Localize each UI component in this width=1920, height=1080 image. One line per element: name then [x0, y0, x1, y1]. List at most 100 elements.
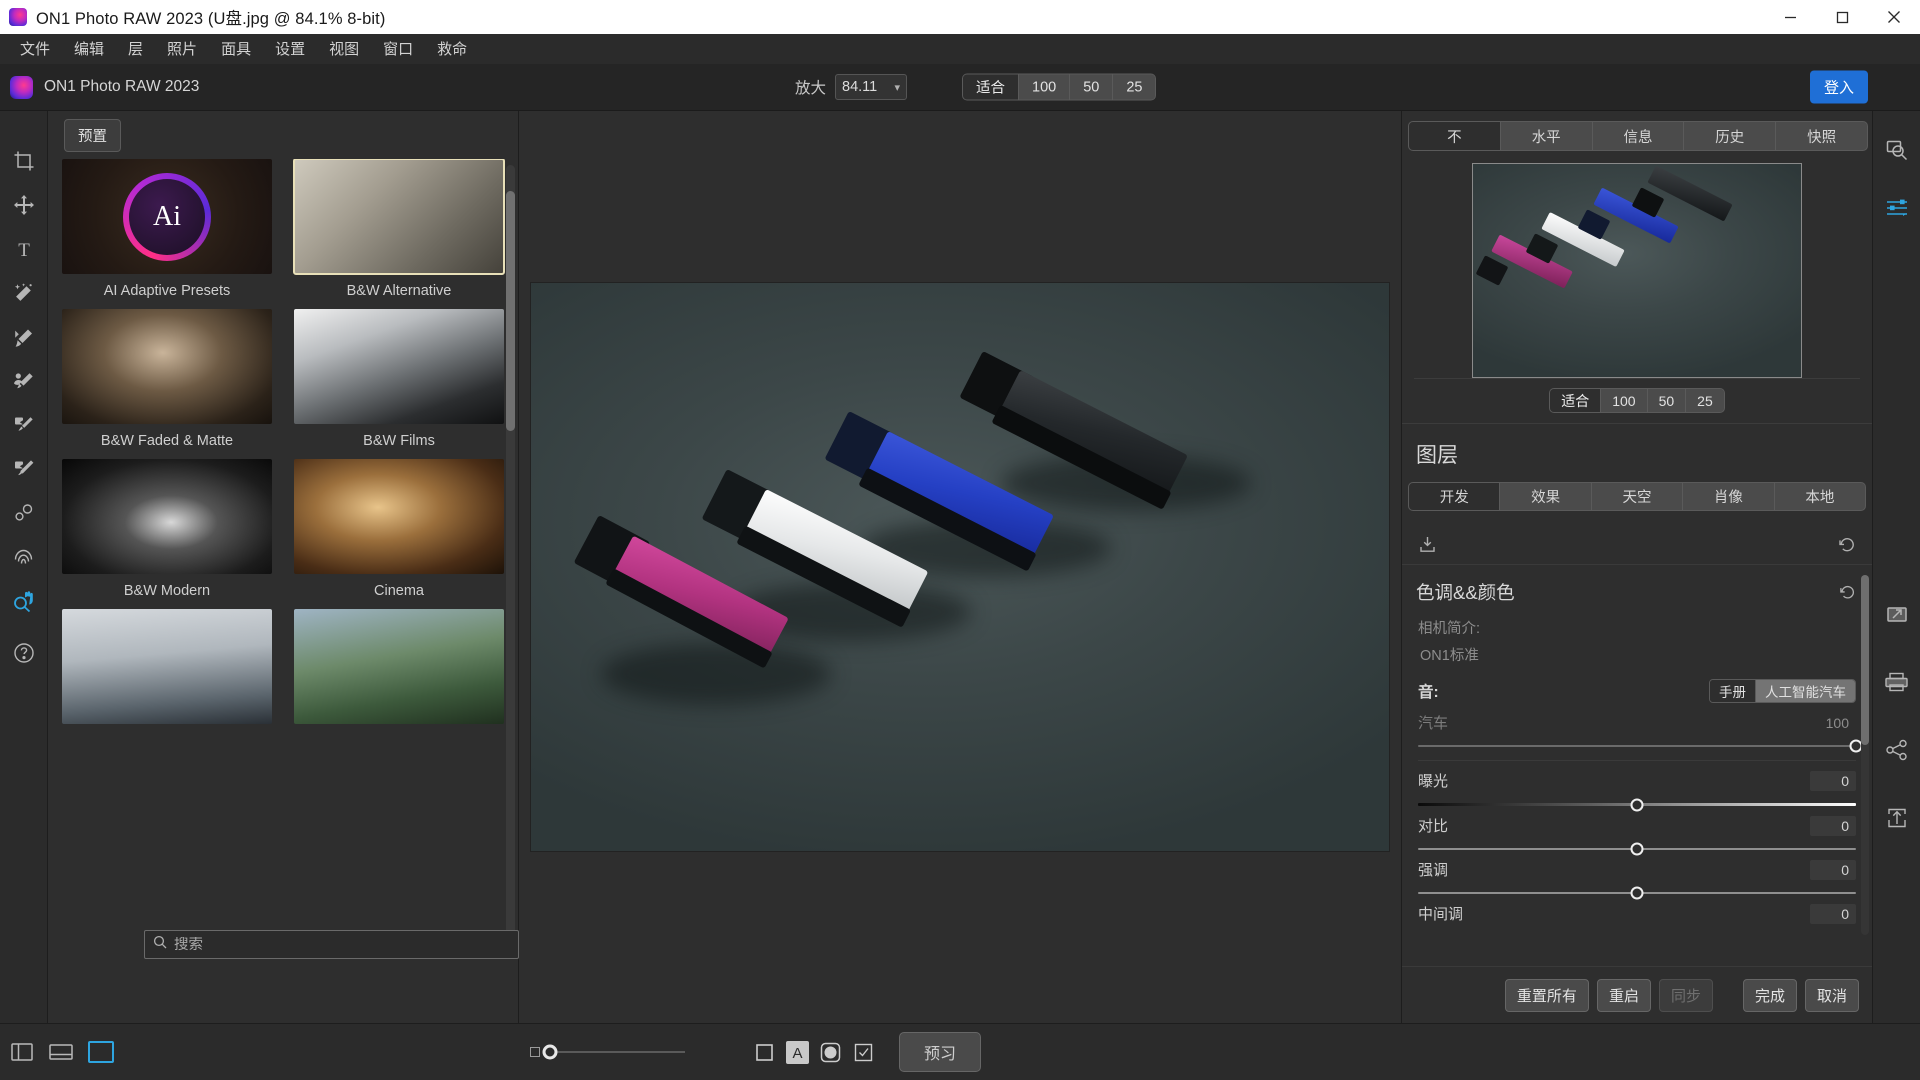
tone-mode-manual[interactable]: 手册	[1710, 680, 1756, 702]
fit-option-25[interactable]: 25	[1113, 74, 1156, 100]
presets-scrollbar[interactable]	[506, 165, 515, 945]
presets-list[interactable]: Ai AI Adaptive Presets B&W Alternative B…	[48, 159, 518, 929]
menu-file[interactable]: 文件	[8, 39, 62, 60]
zoom-hand-tool-icon[interactable]	[4, 579, 44, 623]
search-input[interactable]	[174, 936, 510, 953]
preset-thumbnail[interactable]	[294, 309, 504, 424]
preset-item[interactable]: B&W Faded & Matte	[62, 309, 272, 459]
preset-item[interactable]: B&W Modern	[62, 459, 272, 609]
tab-snapshot[interactable]: 快照	[1776, 121, 1868, 151]
done-button[interactable]: 完成	[1742, 978, 1797, 1012]
filmstrip-view-icon[interactable]	[48, 1041, 74, 1063]
preset-thumbnail[interactable]	[294, 459, 504, 574]
presets-tab[interactable]: 预置	[64, 118, 121, 152]
help-tool-icon[interactable]	[4, 631, 44, 675]
crop-tool-icon[interactable]	[4, 139, 44, 183]
menu-window[interactable]: 窗口	[371, 39, 425, 60]
close-button[interactable]	[1868, 0, 1920, 34]
retouch-brush-tool-icon[interactable]	[4, 315, 44, 359]
slider-knob[interactable]	[1630, 842, 1644, 856]
adjustment-sliders-icon[interactable]	[1877, 185, 1917, 231]
slider-track[interactable]	[1418, 886, 1856, 900]
nav-fit-option-100[interactable]: 100	[1601, 389, 1648, 412]
move-tool-icon[interactable]	[4, 183, 44, 227]
slider-auto[interactable]: 汽车 100	[1402, 703, 1872, 753]
letter-a-icon[interactable]: A	[786, 1040, 809, 1064]
tab-levels[interactable]: 水平	[1500, 121, 1593, 151]
thumbnail-size-knob[interactable]	[542, 1044, 558, 1060]
reset-all-button[interactable]: 重置所有	[1504, 978, 1589, 1012]
tab-history[interactable]: 历史	[1684, 121, 1777, 151]
navigator-preview[interactable]	[1414, 162, 1860, 379]
export-upload-icon[interactable]	[1877, 795, 1917, 841]
menu-settings[interactable]: 设置	[263, 39, 317, 60]
save-preset-icon[interactable]	[1418, 535, 1437, 554]
perfect-eraser-tool-icon[interactable]	[4, 403, 44, 447]
blemish-remover-tool-icon[interactable]	[4, 491, 44, 535]
fit-option-50[interactable]: 50	[1070, 74, 1114, 100]
slider-knob[interactable]	[1630, 798, 1644, 811]
preset-item[interactable]: B&W Alternative	[293, 159, 505, 309]
zoom-input[interactable]: 84.11 ▾	[835, 74, 908, 100]
slider-knob[interactable]	[1630, 886, 1644, 900]
photo-preview[interactable]	[531, 283, 1389, 851]
menu-layer[interactable]: 层	[116, 39, 155, 60]
nav-fit-option-25[interactable]: 25	[1686, 389, 1724, 412]
menu-help[interactable]: 救命	[425, 39, 479, 60]
tab-none[interactable]: 不	[1408, 121, 1501, 151]
nav-fit-option-50[interactable]: 50	[1647, 389, 1687, 412]
slider-track[interactable]	[1418, 798, 1856, 811]
layer-tab-sky[interactable]: 天空	[1591, 482, 1684, 511]
slider-value[interactable]: 0	[1810, 770, 1856, 791]
square-outline-icon[interactable]	[753, 1041, 776, 1064]
slider-track[interactable]	[1418, 739, 1863, 753]
text-tool-icon[interactable]: T	[4, 227, 44, 271]
preset-thumbnail[interactable]	[294, 609, 504, 724]
preview-button[interactable]: 预习	[899, 1032, 982, 1072]
cancel-button[interactable]: 取消	[1804, 978, 1859, 1012]
preset-thumbnail[interactable]	[62, 609, 272, 724]
slider-highlights[interactable]: 强调 0	[1402, 850, 1872, 900]
reset-arrow-icon[interactable]	[1838, 536, 1856, 554]
menu-view[interactable]: 视图	[317, 39, 371, 60]
share-icon[interactable]	[1877, 727, 1917, 773]
fit-option-100[interactable]: 100	[1019, 74, 1071, 100]
preset-item[interactable]	[62, 609, 272, 743]
menu-photo[interactable]: 照片	[155, 39, 209, 60]
layer-tab-portrait[interactable]: 肖像	[1683, 482, 1775, 511]
login-button[interactable]: 登入	[1809, 70, 1868, 104]
preset-thumbnail[interactable]: Ai	[62, 159, 272, 274]
camera-profile-value[interactable]: ON1标准	[1402, 638, 1872, 665]
slider-value[interactable]: 0	[1810, 859, 1856, 880]
tone-color-section-header[interactable]: 色调&&颜色	[1402, 565, 1872, 613]
preset-thumbnail[interactable]	[293, 159, 505, 275]
preset-item[interactable]: Cinema	[294, 459, 504, 609]
preset-item[interactable]: B&W Films	[294, 309, 504, 459]
toggle-left-panel-icon[interactable]	[10, 1041, 34, 1063]
menu-mask[interactable]: 面具	[209, 39, 263, 60]
section-reset-arrow-icon[interactable]	[1839, 584, 1856, 601]
slider-exposure[interactable]: 曝光 0	[1402, 761, 1872, 811]
presets-scrollbar-thumb[interactable]	[506, 191, 515, 431]
layer-tab-effects[interactable]: 效果	[1500, 482, 1592, 511]
preset-thumbnail[interactable]	[62, 309, 272, 424]
print-icon[interactable]	[1877, 659, 1917, 705]
grid-view-icon[interactable]	[88, 1041, 114, 1063]
clone-stamp-tool-icon[interactable]	[4, 447, 44, 491]
tone-mode-ai-auto[interactable]: 人工智能汽车	[1756, 680, 1855, 702]
minimize-button[interactable]	[1764, 0, 1816, 34]
slider-value[interactable]: 0	[1810, 903, 1856, 924]
canvas-area[interactable]	[519, 111, 1401, 1023]
nav-fit-option-fit[interactable]: 适合	[1550, 389, 1602, 412]
preset-thumbnail[interactable]	[62, 459, 272, 574]
resize-export-icon[interactable]	[1877, 591, 1917, 637]
settings-scrollbar[interactable]	[1861, 575, 1869, 935]
settings-scrollbar-thumb[interactable]	[1861, 575, 1869, 745]
slider-value[interactable]: 100	[1810, 713, 1856, 733]
slider-track[interactable]	[1418, 842, 1856, 856]
menu-edit[interactable]: 编辑	[62, 39, 116, 60]
slider-contrast[interactable]: 对比 0	[1402, 806, 1872, 856]
preset-item[interactable]	[294, 609, 504, 743]
settings-scroll-area[interactable]: 色调&&颜色 相机简介: ON1标准 音: 手册 人工智能汽车 汽车 100 曝…	[1402, 565, 1872, 955]
fit-option-fit[interactable]: 适合	[963, 74, 1019, 100]
